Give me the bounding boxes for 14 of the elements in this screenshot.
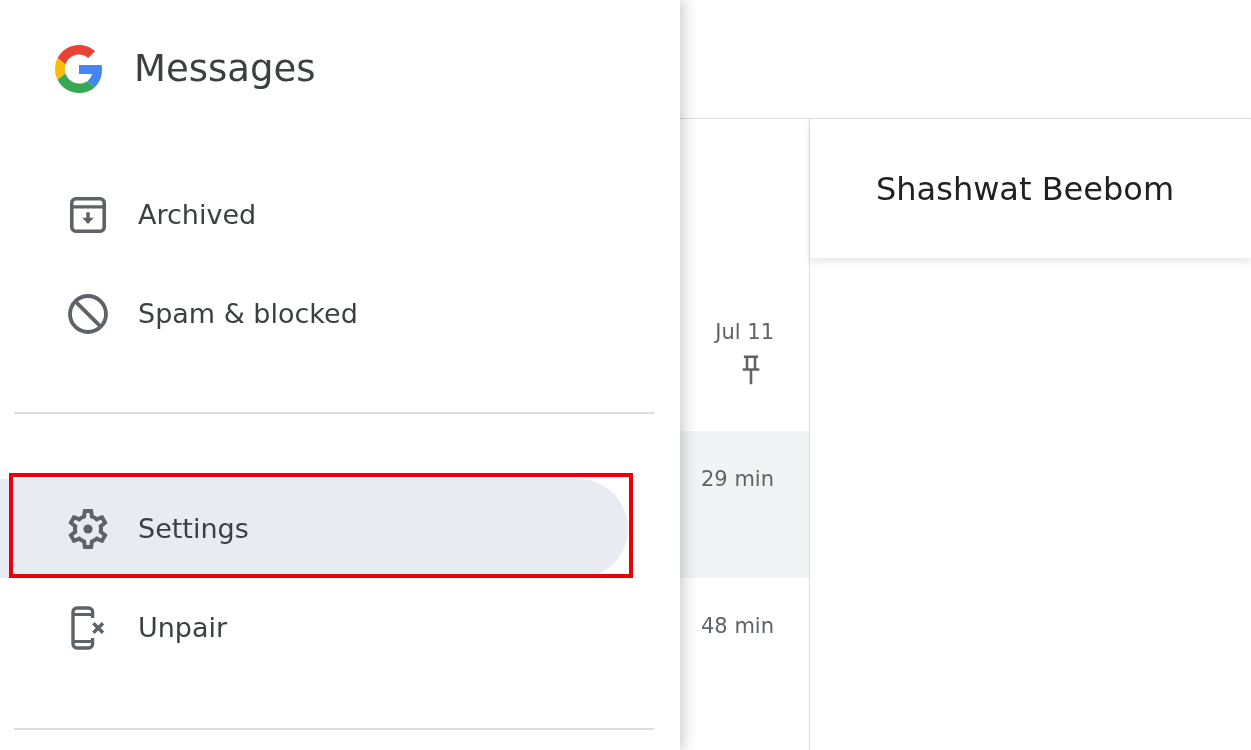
menu-item[interactable]: Settings xyxy=(0,479,628,578)
settings-icon xyxy=(68,508,108,549)
menu-item[interactable]: Unpair xyxy=(0,578,628,677)
conversation-row[interactable]: Jul 11 xyxy=(680,284,809,431)
archive-box-icon xyxy=(70,196,106,233)
contact-name: Shashwat Beebom xyxy=(876,169,1175,208)
phone-remove-icon xyxy=(71,605,105,650)
app-title: Messages xyxy=(134,46,316,92)
menu-item[interactable]: Archived xyxy=(0,165,628,264)
conversation-row[interactable]: 29 min xyxy=(680,431,809,578)
conversation-row[interactable]: 48 min xyxy=(680,578,809,725)
logo-icon xyxy=(55,45,103,93)
menu-item[interactable]: Spam & blocked xyxy=(0,264,628,363)
block-icon xyxy=(68,292,108,335)
